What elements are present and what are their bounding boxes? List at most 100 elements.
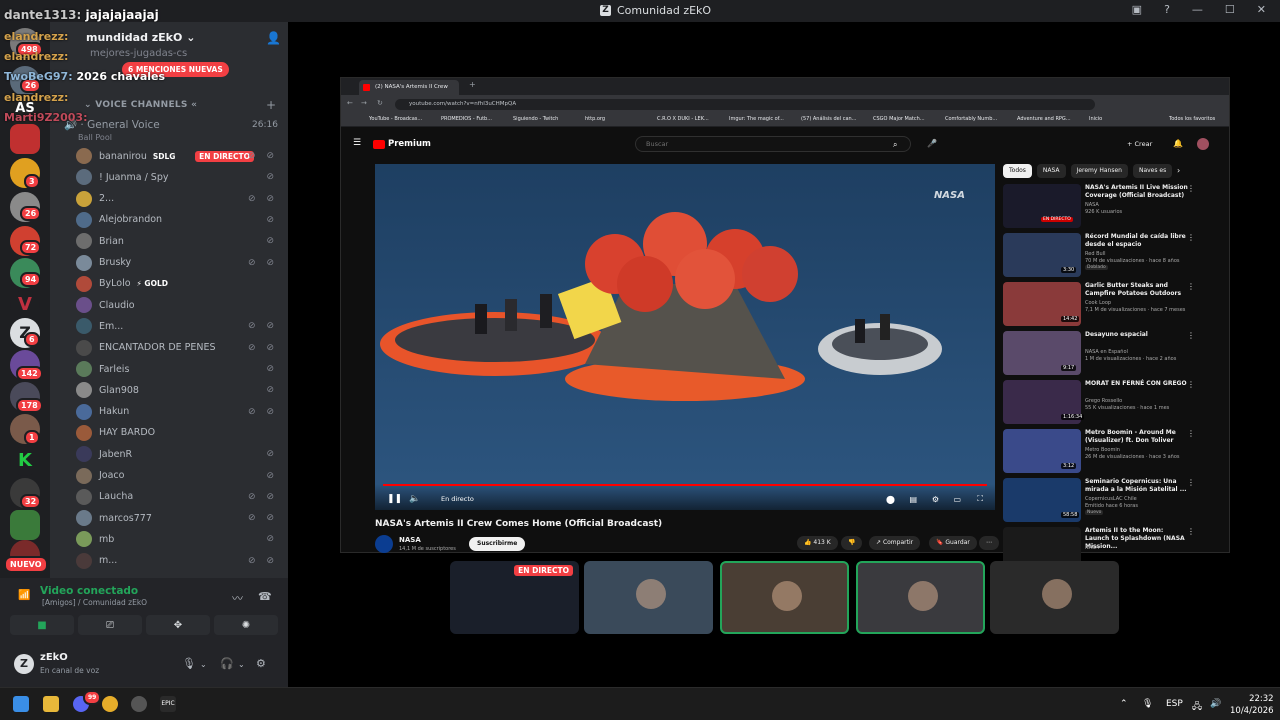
voice-member[interactable]: 2... ⊘ ⊘ <box>76 189 282 209</box>
help-icon[interactable]: ? <box>1164 3 1170 16</box>
voice-member[interactable]: ENCANTADOR DE PENES ⊘ ⊘ <box>76 338 282 358</box>
voice-member[interactable]: Brusky ⊘ ⊘ <box>76 253 282 273</box>
more-options-icon[interactable]: ⋮ <box>1187 429 1195 438</box>
bookmark-item[interactable]: YouTube - Broadcas... <box>369 116 422 122</box>
more-options-icon[interactable]: ⋮ <box>1187 331 1195 340</box>
voice-member[interactable]: bananirou SDLG EN DIRECTO ⊘ ⊘ <box>76 146 282 166</box>
tile-cam-3[interactable] <box>856 561 985 634</box>
server-icon[interactable]: 94 <box>10 258 42 288</box>
server-icon-kick[interactable]: K <box>10 446 40 476</box>
recommendation-card[interactable]: 14:42 Garlic Butter Steaks and Campfire P… <box>1003 282 1223 328</box>
discord-icon[interactable]: 99 <box>73 690 102 712</box>
more-button[interactable]: ⋯ <box>979 536 999 550</box>
tray-chevron-icon[interactable]: ⌃ <box>1120 699 1128 709</box>
notifications-icon[interactable]: 🔔 <box>1173 139 1183 148</box>
server-icon[interactable]: 72 <box>10 226 42 256</box>
search-input[interactable]: Buscar <box>635 136 911 152</box>
server-icon[interactable]: 1 <box>10 414 40 445</box>
server-name-header[interactable]: mundidad zEkO ⌄ <box>86 31 195 44</box>
fullscreen-icon[interactable]: ⛶ <box>977 494 983 504</box>
more-options-icon[interactable]: ⋮ <box>1187 233 1195 242</box>
voice-status-subtitle[interactable]: [Amigos] / Comunidad zEkO <box>42 598 147 607</box>
network-icon[interactable]: 🖧 <box>1192 699 1202 715</box>
headphones-icon[interactable]: 🎧 <box>220 657 234 670</box>
voice-member[interactable]: Laucha ⊘ ⊘ <box>76 487 282 507</box>
voice-category[interactable]: ⌄ VOICE CHANNELS « <box>84 100 197 110</box>
share-button[interactable]: ↗ Compartir <box>869 536 921 550</box>
chevron-down-icon[interactable]: ⌄ <box>238 660 245 669</box>
tile-cam-2[interactable] <box>720 561 849 634</box>
voice-member[interactable]: Joaco ⊘ <box>76 466 282 486</box>
add-channel-icon[interactable]: + <box>266 98 276 112</box>
like-button[interactable]: 👍 413 K <box>797 536 838 550</box>
more-options-icon[interactable]: ⋮ <box>1187 282 1195 291</box>
volume-icon[interactable]: 🔈 <box>409 494 420 504</box>
inbox-icon[interactable]: ▣ <box>1132 3 1142 16</box>
chrome-icon[interactable] <box>102 696 118 712</box>
language-indicator[interactable]: ESP <box>1166 699 1183 709</box>
obs-icon[interactable] <box>131 696 147 712</box>
tile-screen[interactable]: EN DIRECTO <box>450 561 579 634</box>
recommendation-card[interactable]: NASA's Artemis II Live Mission Coverage … <box>1003 184 1223 230</box>
epic-games-icon[interactable]: EPIC <box>160 696 176 712</box>
hidden-channel[interactable]: mejores-jugadas-cs <box>90 48 187 59</box>
bookmark-item[interactable]: CSGO Major Match... <box>873 116 925 122</box>
voice-member[interactable]: mb ⊘ <box>76 529 282 549</box>
voice-search-icon[interactable]: 🎤 <box>927 139 937 148</box>
voice-member[interactable]: Em... ⊘ ⊘ <box>76 316 282 336</box>
settings-gear-icon[interactable]: ⚙ <box>932 495 939 504</box>
server-icon[interactable]: 178 <box>10 382 43 413</box>
server-icon-zeko[interactable]: Z6 <box>10 318 40 348</box>
avatar[interactable] <box>1197 138 1209 150</box>
chip-jeremy-hansen[interactable]: Jeremy Hansen <box>1070 164 1128 178</box>
server-icon[interactable] <box>10 124 40 154</box>
bookmark-item[interactable]: http.org <box>585 116 605 122</box>
bookmark-item[interactable]: Comfortably Numb... <box>945 116 997 122</box>
disconnect-icon[interactable]: ☎ <box>258 590 272 603</box>
bookmark-item[interactable]: Siguiendo - Twitch <box>513 116 558 122</box>
tile-cam-1[interactable] <box>584 561 713 634</box>
add-user-icon[interactable]: 👤 <box>266 31 281 45</box>
dislike-button[interactable]: 👎 <box>841 536 863 550</box>
back-icon[interactable]: ← <box>347 99 353 107</box>
server-icon[interactable]: 26 <box>10 192 42 222</box>
voice-member[interactable]: m... ⊘ ⊘ <box>76 551 282 571</box>
tile-cam-4[interactable] <box>990 561 1119 634</box>
subscribe-button[interactable]: Suscribirme <box>469 537 526 551</box>
volume-icon[interactable]: 🔊 <box>1210 699 1221 709</box>
close-button[interactable]: ✕ <box>1257 3 1266 16</box>
server-icon[interactable]: 142 <box>10 350 43 381</box>
microphone-icon[interactable]: 🎙 <box>182 657 196 670</box>
maximize-button[interactable]: ☐ <box>1225 3 1235 16</box>
voice-member[interactable]: Brian ⊘ <box>76 231 282 251</box>
new-badge[interactable]: NUEVO <box>4 556 48 573</box>
voice-member[interactable]: marcos777 ⊘ ⊘ <box>76 508 282 528</box>
menu-icon[interactable]: ☰ <box>353 138 361 148</box>
progress-bar[interactable] <box>383 484 987 486</box>
minimize-button[interactable]: — <box>1192 3 1203 16</box>
server-icon[interactable]: 3 <box>10 158 40 189</box>
server-icon[interactable]: 32 <box>10 478 42 509</box>
activities-button[interactable]: ✥ <box>146 615 210 635</box>
recommendation-card[interactable]: 9:17 Desayuno espacial NASA en Español 1 M … <box>1003 331 1223 377</box>
autoplay-toggle[interactable]: ⬤ <box>886 495 895 504</box>
recommendation-card[interactable]: 3:12 Metro Boomin - Around Me (Visualizer… <box>1003 429 1223 475</box>
bookmark-item[interactable]: (57) Análisis del can... <box>801 116 856 122</box>
recommendation-card[interactable]: 58:58 Seminario Copernicus: Una mirada a … <box>1003 478 1223 524</box>
windows-start-icon[interactable] <box>13 696 29 712</box>
avatar[interactable] <box>375 535 393 553</box>
channel-name[interactable]: NASA <box>399 536 421 544</box>
bookmark-item[interactable]: Imgur: The magic of... <box>729 116 784 122</box>
search-icon[interactable]: ⌕ <box>893 140 897 150</box>
forward-icon[interactable]: → <box>361 99 367 107</box>
youtube-logo[interactable]: Premium <box>373 139 431 149</box>
browser-tab[interactable]: (2) NASA's Artemis II Crew <box>359 80 459 95</box>
screen-share-button[interactable]: ⎚ <box>78 615 142 635</box>
chip-nasa[interactable]: NASA <box>1036 164 1066 178</box>
more-options-icon[interactable]: ⋮ <box>1187 478 1195 487</box>
recommendation-card[interactable]: 3:30 Récord Mundial de caída libre desde … <box>1003 233 1223 279</box>
voice-member[interactable]: Hakun ⊘ ⊘ <box>76 402 282 422</box>
bookmark-item[interactable]: Adventure and RPG... <box>1017 116 1071 122</box>
camera-button[interactable]: ■ <box>10 615 74 635</box>
voice-member[interactable]: HAY BARDO <box>76 423 282 443</box>
